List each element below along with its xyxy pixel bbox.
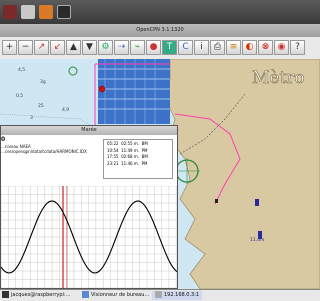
window-title-bar: OpenCPN 3.1.1320 xyxy=(0,24,320,37)
tide-zero-label: 0 xyxy=(1,136,6,143)
file-manager-icon[interactable] xyxy=(21,5,35,19)
follow-ship-icon[interactable]: ● xyxy=(146,40,161,55)
place-name-label: Mètro xyxy=(252,68,305,88)
vnc-icon xyxy=(155,291,162,298)
tide-window-title: Marée xyxy=(1,126,177,135)
depth-label: 4,9 xyxy=(62,107,69,113)
tide-icon[interactable]: T xyxy=(162,40,177,55)
scale-in-icon[interactable]: ↗ xyxy=(34,40,49,55)
depth-label: 4,5 xyxy=(18,67,25,73)
tide-window: Marée 0 …niveau NAEA …ces/openqpn/data/t… xyxy=(0,125,178,289)
depth-label: 0,5 xyxy=(16,93,23,99)
window-title: OpenCPN 3.1.1320 xyxy=(136,27,184,33)
info-icon[interactable]: i xyxy=(194,40,209,55)
help-icon[interactable]: ? xyxy=(290,40,305,55)
taskbar-item-vnc[interactable]: 192.168.0.3:1 xyxy=(152,291,203,300)
chart-up-icon[interactable]: ▲ xyxy=(66,40,81,55)
ais-icon[interactable]: ◉ xyxy=(274,40,289,55)
tide-info-line: …ces/openqpn/data/tcdata/HARMONIC.IDX xyxy=(1,149,87,154)
system-top-bar xyxy=(0,0,320,24)
mob-icon[interactable]: ⊗ xyxy=(258,40,273,55)
scale-out-icon[interactable]: ↙ xyxy=(50,40,65,55)
depth-label: 25 xyxy=(38,103,44,109)
app-menu-icon[interactable] xyxy=(3,5,17,19)
depth-label: 3 xyxy=(30,115,33,121)
print-icon[interactable]: ⎙ xyxy=(210,40,225,55)
taskbar-item-terminal[interactable]: jacques@raspberrypi:… xyxy=(2,291,71,300)
viewer-icon xyxy=(82,291,89,298)
main-toolbar: + − ↗ ↙ ▲ ▼ ⚙ ⇢ ⌁ ● T C i ⎙ ≡ ◐ ⊗ ◉ ? xyxy=(0,37,320,60)
route-manager-icon[interactable]: ≡ xyxy=(226,40,241,55)
route-icon[interactable]: ⇢ xyxy=(114,40,129,55)
zoom-out-icon[interactable]: − xyxy=(18,40,33,55)
current-icon[interactable]: C xyxy=(178,40,193,55)
terminal-icon xyxy=(2,291,9,298)
track-icon[interactable]: ⌁ xyxy=(130,40,145,55)
depth-label: 11,4m xyxy=(250,237,264,243)
taskbar-item-viewer[interactable]: Visionneur de bureau… xyxy=(82,291,149,300)
terminal-icon[interactable] xyxy=(57,5,71,19)
web-browser-icon[interactable] xyxy=(39,5,53,19)
tide-graph xyxy=(1,186,177,288)
taskbar: jacques@raspberrypi:… Visionneur de bure… xyxy=(0,289,320,301)
depth-label: 3g xyxy=(40,79,46,85)
settings-icon[interactable]: ⚙ xyxy=(98,40,113,55)
tide-info: 0 …niveau NAEA …ces/openqpn/data/tcdata/… xyxy=(1,136,101,166)
zoom-in-icon[interactable]: + xyxy=(2,40,17,55)
chart-down-icon[interactable]: ▼ xyxy=(82,40,97,55)
color-scheme-icon[interactable]: ◐ xyxy=(242,40,257,55)
tide-events-list[interactable]: 05:22 02:55 m. BM 10:54 11:49 m. PM 17:5… xyxy=(103,139,173,179)
list-item[interactable]: 23:21 11:46 m. PM xyxy=(107,161,169,168)
